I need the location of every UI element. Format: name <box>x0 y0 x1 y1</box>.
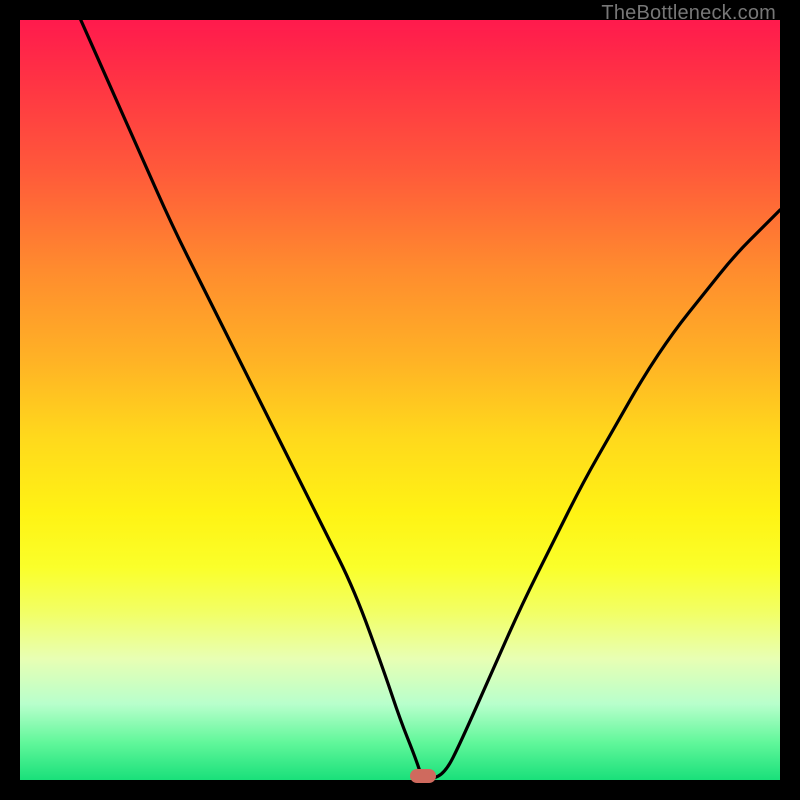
curve-svg <box>20 20 780 780</box>
bottleneck-curve-path <box>81 20 780 780</box>
plot-area <box>20 20 780 780</box>
chart-frame: TheBottleneck.com <box>0 0 800 800</box>
minimum-marker <box>410 769 436 783</box>
